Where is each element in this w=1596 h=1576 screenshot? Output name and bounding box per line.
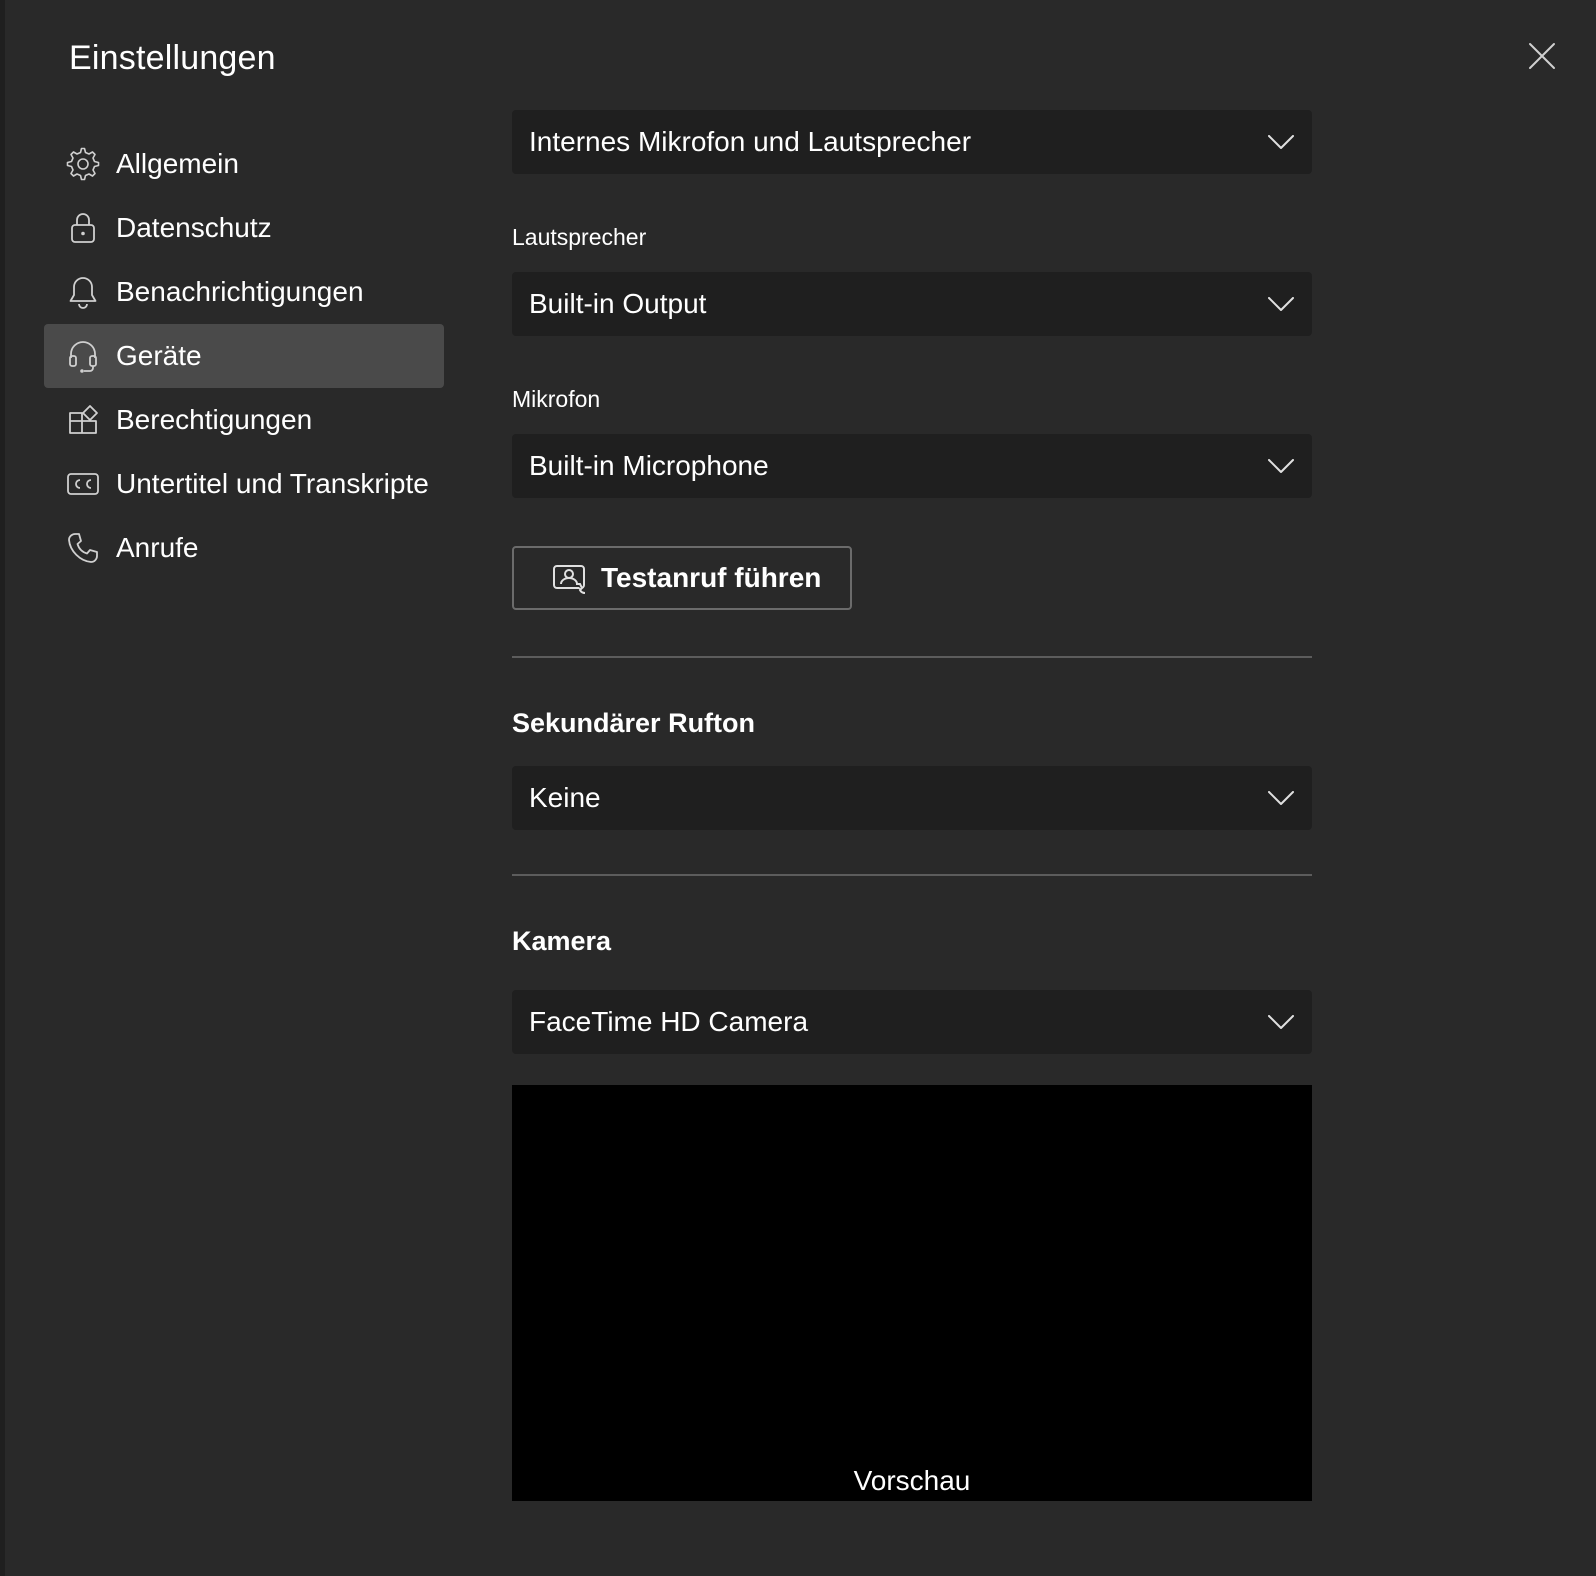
chevron-down-icon bbox=[1266, 1010, 1296, 1034]
camera-preview: Vorschau bbox=[512, 1085, 1312, 1501]
test-call-label: Testanruf führen bbox=[601, 562, 822, 593]
preview-label: Vorschau bbox=[853, 1465, 971, 1496]
camera-select[interactable]: FaceTime HD Camera bbox=[512, 990, 1312, 1054]
chevron-down-icon bbox=[1266, 130, 1296, 154]
close-button[interactable] bbox=[1522, 36, 1562, 76]
divider bbox=[512, 874, 1312, 876]
sidebar-item-anrufe[interactable]: Anrufe bbox=[44, 516, 444, 580]
microphone-select[interactable]: Built-in Microphone bbox=[512, 434, 1312, 498]
secondary-ringer-select[interactable]: Keine bbox=[512, 766, 1312, 830]
sidebar-item-label: Benachrichtigungen bbox=[116, 276, 364, 307]
speaker-value: Built-in Output bbox=[529, 288, 707, 319]
sidebar-item-label: Allgemein bbox=[116, 148, 239, 179]
secondary-ringer-value: Keine bbox=[529, 782, 601, 813]
sidebar-item-berechtigungen[interactable]: Berechtigungen bbox=[44, 388, 444, 452]
sidebar-item-label: Geräte bbox=[116, 340, 202, 371]
chevron-down-icon bbox=[1266, 454, 1296, 478]
settings-sidebar: Allgemein Datenschutz Benachrichtigungen bbox=[44, 132, 444, 580]
test-call-button[interactable]: Testanruf führen bbox=[512, 546, 852, 610]
sidebar-item-label: Anrufe bbox=[116, 532, 199, 563]
test-call-icon bbox=[552, 564, 588, 594]
camera-heading: Kamera bbox=[512, 926, 612, 956]
chevron-down-icon bbox=[1266, 786, 1296, 810]
secondary-ringer-heading: Sekundärer Rufton bbox=[512, 708, 756, 738]
chevron-down-icon bbox=[1266, 292, 1296, 316]
headset-icon bbox=[66, 339, 100, 373]
sidebar-item-datenschutz[interactable]: Datenschutz bbox=[44, 196, 444, 260]
page-title: Einstellungen bbox=[69, 39, 276, 77]
audio-device-select[interactable]: Internes Mikrofon und Lautsprecher bbox=[512, 110, 1312, 174]
bell-icon bbox=[66, 275, 100, 309]
gear-icon bbox=[66, 147, 100, 181]
microphone-label: Mikrofon bbox=[512, 386, 601, 412]
camera-value: FaceTime HD Camera bbox=[529, 1006, 809, 1037]
speaker-label: Lautsprecher bbox=[512, 224, 647, 250]
sidebar-item-untertitel[interactable]: Untertitel und Transkripte bbox=[44, 452, 444, 516]
sidebar-item-allgemein[interactable]: Allgemein bbox=[44, 132, 444, 196]
sidebar-item-label: Datenschutz bbox=[116, 212, 272, 243]
lock-icon bbox=[66, 211, 100, 245]
audio-device-value: Internes Mikrofon und Lautsprecher bbox=[529, 126, 972, 157]
sidebar-item-label: Berechtigungen bbox=[116, 404, 313, 435]
phone-icon bbox=[66, 531, 100, 565]
divider bbox=[512, 656, 1312, 658]
speaker-select[interactable]: Built-in Output bbox=[512, 272, 1312, 336]
sidebar-item-benachrichtigungen[interactable]: Benachrichtigungen bbox=[44, 260, 444, 324]
sidebar-item-label: Untertitel und Transkripte bbox=[116, 468, 429, 499]
window-edge bbox=[0, 0, 5, 1576]
microphone-value: Built-in Microphone bbox=[529, 450, 769, 481]
closed-captions-icon bbox=[66, 467, 100, 501]
close-icon bbox=[1529, 43, 1555, 69]
sidebar-item-geraete[interactable]: Geräte bbox=[44, 324, 444, 388]
apps-icon bbox=[66, 403, 100, 437]
